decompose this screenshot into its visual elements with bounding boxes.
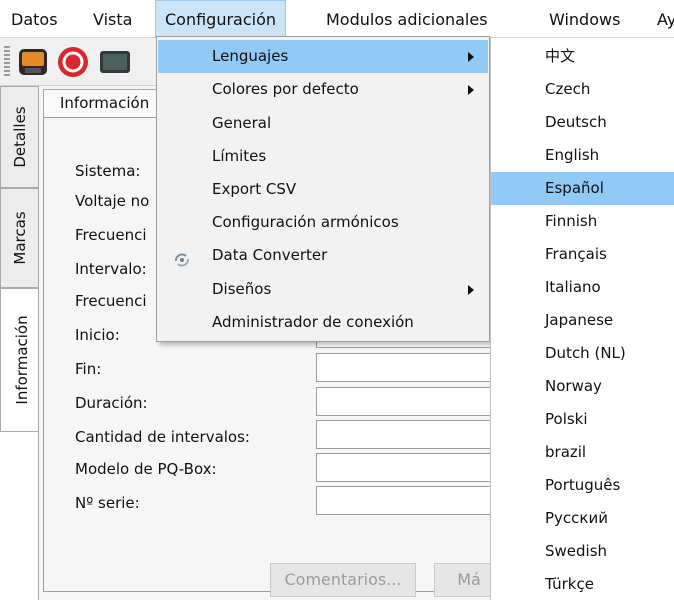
- lang-item-swedish[interactable]: Swedish: [491, 535, 674, 568]
- menu-item-data-converter[interactable]: Data Converter: [158, 239, 488, 272]
- menu-vista[interactable]: Vista: [84, 0, 141, 38]
- lang-item-dutch[interactable]: Dutch (NL): [491, 337, 674, 370]
- label-intervalo: Intervalo:: [75, 260, 147, 278]
- lang-item-russian[interactable]: Русский: [491, 502, 674, 535]
- tab-detalles-label: Detalles: [10, 106, 29, 168]
- configuracion-menu: Lenguajes Colores por defecto General Lí…: [156, 36, 490, 342]
- label-sistema: Sistema:: [75, 162, 141, 180]
- submenu-arrow-icon: [468, 85, 474, 95]
- modelo-pqbox-field[interactable]: [316, 453, 506, 482]
- fin-field[interactable]: [316, 353, 506, 382]
- tab-marcas-label: Marcas: [10, 211, 29, 265]
- submenu-arrow-icon: [468, 52, 474, 62]
- lang-item-espanol[interactable]: Español: [491, 172, 674, 205]
- menu-item-general-label: General: [212, 114, 272, 132]
- menu-item-lenguajes-label: Lenguajes: [212, 47, 289, 65]
- label-duracion: Duración:: [75, 394, 148, 412]
- menu-item-export-csv[interactable]: Export CSV: [158, 173, 488, 206]
- menu-item-export-csv-label: Export CSV: [212, 180, 297, 198]
- menu-ayuda[interactable]: Ay: [648, 0, 674, 38]
- comentarios-button[interactable]: Comentarios...: [270, 563, 416, 597]
- lang-item-francais[interactable]: Français: [491, 238, 674, 271]
- lang-item-brazil[interactable]: brazil: [491, 436, 674, 469]
- lang-item-portugues[interactable]: Português: [491, 469, 674, 502]
- lang-item-deutsch[interactable]: Deutsch: [491, 106, 674, 139]
- menu-item-general[interactable]: General: [158, 107, 488, 140]
- tab-informacion-label: Información: [12, 315, 31, 405]
- menu-item-limites[interactable]: Límites: [158, 140, 488, 173]
- label-voltaje: Voltaje no: [75, 192, 150, 210]
- menu-item-admin-conexion[interactable]: Administrador de conexión: [158, 306, 488, 339]
- menu-item-admin-conexion-label: Administrador de conexión: [212, 313, 414, 331]
- lang-item-english[interactable]: English: [491, 139, 674, 172]
- toolbar-grip[interactable]: [4, 46, 10, 78]
- label-fin: Fin:: [75, 360, 102, 378]
- label-inicio: Inicio:: [75, 326, 120, 344]
- refresh-icon[interactable]: [56, 45, 90, 79]
- submenu-arrow-icon: [468, 285, 474, 295]
- menu-item-config-armonicos[interactable]: Configuración armónicos: [158, 206, 488, 239]
- lang-item-italiano[interactable]: Italiano: [491, 271, 674, 304]
- tab-marcas[interactable]: Marcas: [0, 188, 38, 288]
- lang-item-finnish[interactable]: Finnish: [491, 205, 674, 238]
- lang-item-norway[interactable]: Norway: [491, 370, 674, 403]
- duracion-field[interactable]: [316, 387, 506, 416]
- lang-item-turkce[interactable]: Türkçe: [491, 568, 674, 601]
- lang-item-chinese[interactable]: 中文: [491, 40, 674, 73]
- lang-item-japanese[interactable]: Japanese: [491, 304, 674, 337]
- menu-configuracion[interactable]: Configuración: [155, 0, 287, 38]
- menu-item-data-converter-label: Data Converter: [212, 246, 328, 264]
- tab-informacion[interactable]: Información: [0, 288, 42, 432]
- label-frecuencia-1: Frecuenci: [75, 226, 147, 244]
- lang-item-czech[interactable]: Czech: [491, 73, 674, 106]
- menu-windows[interactable]: Windows: [540, 0, 629, 38]
- menu-item-colores-label: Colores por defecto: [212, 80, 359, 98]
- menu-datos[interactable]: Datos: [2, 0, 67, 38]
- tab-detalles[interactable]: Detalles: [0, 86, 38, 188]
- menu-modulos-adicionales[interactable]: Modulos adicionales: [317, 0, 497, 38]
- lang-item-polski[interactable]: Polski: [491, 403, 674, 436]
- numero-serie-field[interactable]: [316, 486, 506, 515]
- converter-icon: [174, 247, 190, 267]
- label-frecuencia-2: Frecuenci: [75, 292, 147, 310]
- label-cantidad-intervalos: Cantidad de intervalos:: [75, 428, 250, 446]
- disk-save-icon[interactable]: [16, 45, 50, 79]
- menu-item-config-armonicos-label: Configuración armónicos: [212, 213, 399, 231]
- monitor-icon[interactable]: [98, 45, 158, 79]
- menu-item-disenos-label: Diseños: [212, 280, 272, 298]
- menu-bar: Datos Vista Configuración Modulos adicio…: [0, 0, 674, 38]
- menu-item-colores[interactable]: Colores por defecto: [158, 73, 488, 106]
- cantidad-intervalos-field[interactable]: [316, 420, 506, 449]
- menu-item-disenos[interactable]: Diseños: [158, 273, 488, 306]
- menu-item-limites-label: Límites: [212, 147, 267, 165]
- lenguajes-submenu: 中文 Czech Deutsch English Español Finnish…: [490, 38, 674, 600]
- menu-item-lenguajes[interactable]: Lenguajes: [158, 40, 488, 73]
- label-modelo-pqbox: Modelo de PQ-Box:: [75, 460, 217, 478]
- label-numero-serie: Nº serie:: [75, 494, 140, 512]
